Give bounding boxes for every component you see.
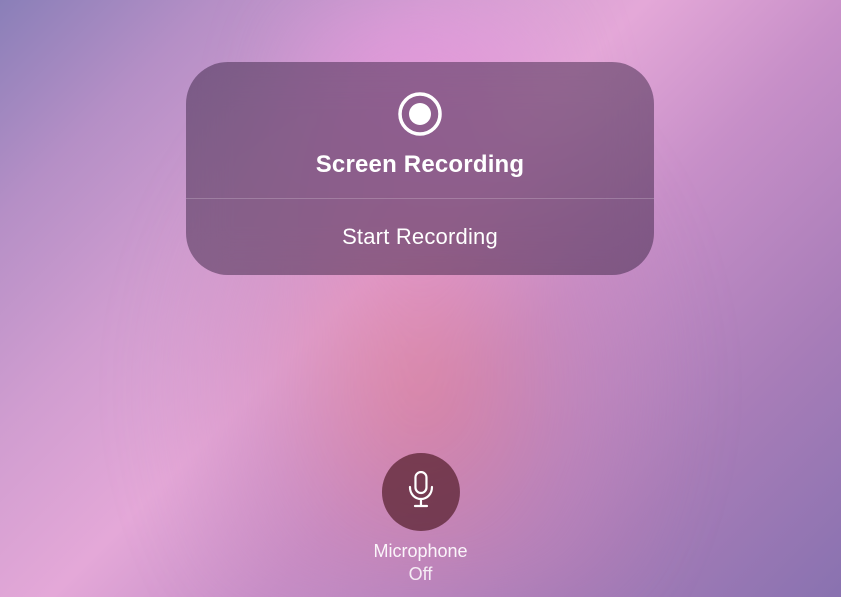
- microphone-icon: [406, 471, 436, 514]
- panel-header: Screen Recording: [186, 62, 654, 198]
- start-recording-button[interactable]: Start Recording: [186, 199, 654, 275]
- start-recording-label: Start Recording: [342, 224, 498, 250]
- microphone-toggle-button[interactable]: [382, 453, 460, 531]
- microphone-labels: Microphone Off: [373, 541, 467, 585]
- screen-recording-title: Screen Recording: [316, 151, 525, 179]
- microphone-label: Microphone: [373, 541, 467, 562]
- record-icon: [397, 91, 443, 137]
- screen-recording-panel: Screen Recording Start Recording: [186, 62, 654, 275]
- microphone-status: Off: [409, 564, 433, 585]
- microphone-group: Microphone Off: [373, 453, 467, 585]
